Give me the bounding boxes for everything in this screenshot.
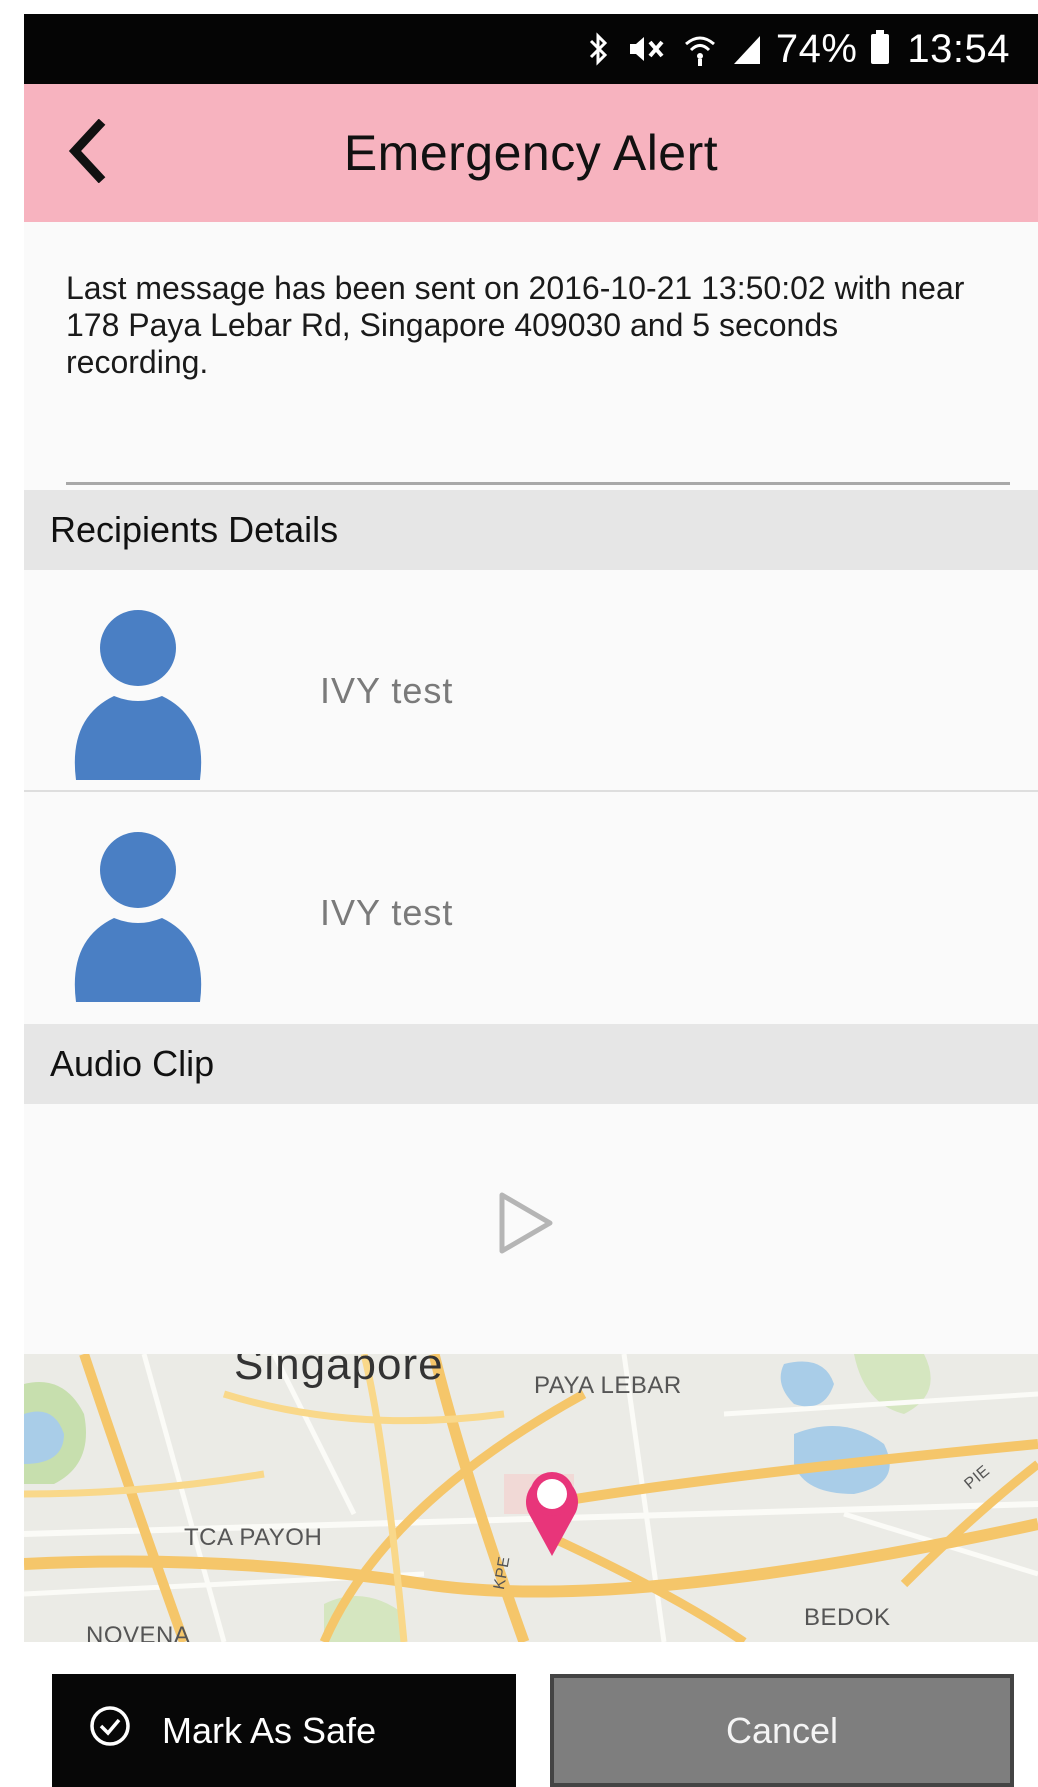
status-bar: 74% 13:54	[24, 14, 1038, 84]
battery-icon	[871, 30, 890, 64]
mute-icon	[624, 29, 668, 69]
recipients-section-header: Recipients Details	[24, 490, 1038, 570]
bluetooth-icon	[588, 29, 610, 69]
check-circle-icon	[88, 1704, 132, 1757]
map-label-paya-lebar: PAYA LEBAR	[534, 1372, 682, 1399]
page-title: Emergency Alert	[343, 125, 719, 181]
location-map[interactable]: Singapore PAYA LEBAR TCA PAYOH NOVENA BE…	[24, 1354, 1038, 1642]
map-label-bedok: BEDOK	[804, 1604, 891, 1631]
mark-as-safe-label: Mark As Safe	[162, 1709, 377, 1751]
recipient-name: IVY test	[320, 892, 454, 933]
divider	[66, 482, 1010, 485]
recipient-name: IVY test	[320, 670, 454, 711]
play-button[interactable]	[494, 1190, 558, 1260]
signal-icon	[732, 29, 762, 69]
last-message-text: Last message has been sent on 2016-10-21…	[66, 270, 965, 380]
map-label-novena: NOVENA	[86, 1622, 191, 1642]
action-bar: Mark As Safe Cancel	[24, 1642, 1038, 1787]
avatar-icon	[68, 830, 208, 1002]
audio-section-header: Audio Clip	[24, 1024, 1038, 1104]
avatar-icon	[68, 608, 208, 780]
mark-as-safe-button[interactable]: Mark As Safe	[52, 1674, 516, 1787]
recipient-row[interactable]: IVY test	[24, 570, 1038, 790]
clock: 13:54	[907, 26, 1010, 71]
cancel-button[interactable]: Cancel	[550, 1674, 1014, 1787]
audio-title: Audio Clip	[50, 1043, 215, 1084]
recipients-title: Recipients Details	[50, 509, 339, 550]
battery-percent: 74%	[775, 26, 858, 71]
wifi-icon	[682, 29, 718, 69]
audio-player	[24, 1104, 1038, 1354]
cancel-label: Cancel	[725, 1709, 839, 1751]
map-label-tca-payoh: TCA PAYOH	[184, 1524, 323, 1551]
recipient-row[interactable]: IVY test	[24, 792, 1038, 1012]
play-icon	[496, 1190, 556, 1261]
app-screen: 74% 13:54 Emergency Alert Last message h…	[24, 14, 1038, 1787]
map-label-singapore: Singapore	[234, 1354, 444, 1389]
app-bar: Emergency Alert	[24, 84, 1038, 222]
